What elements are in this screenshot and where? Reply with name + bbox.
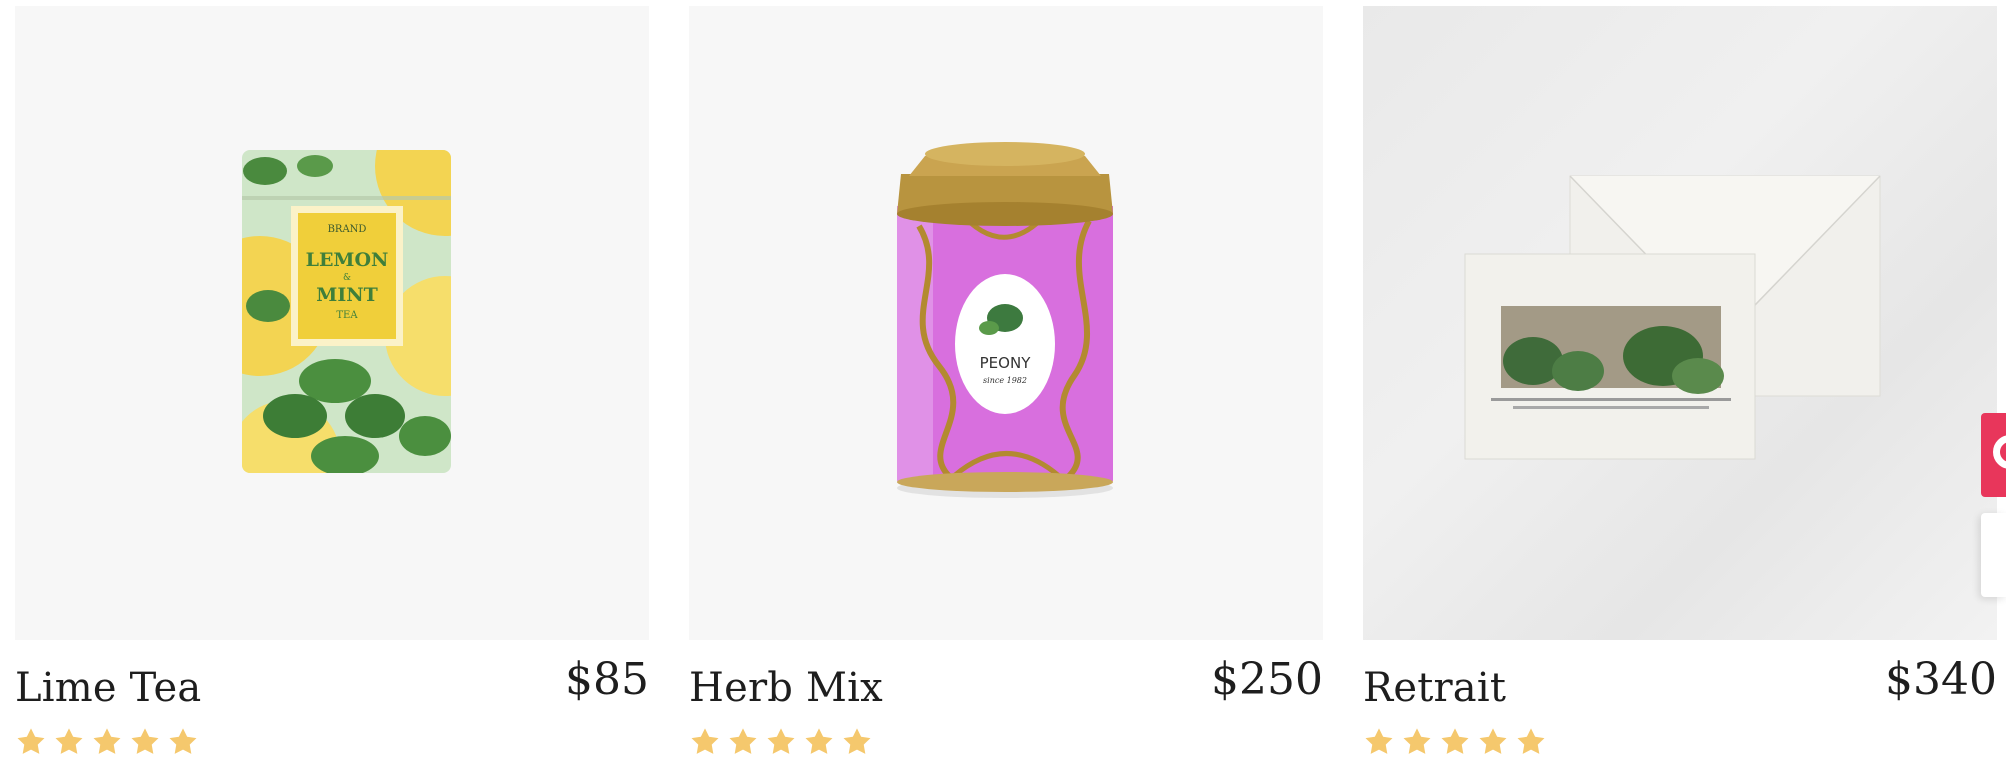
product-image[interactable] (1363, 6, 1997, 640)
envelope-card-illustration (1464, 175, 1881, 460)
product-price: $85 (565, 654, 649, 705)
product-image[interactable]: PEONY since 1982 (689, 6, 1323, 640)
star-icon (729, 728, 757, 754)
star-icon (17, 728, 45, 754)
product-name[interactable]: Retrait (1363, 668, 1506, 708)
tin-brand-text: PEONY (980, 354, 1032, 372)
star-icon (1441, 728, 1469, 754)
star-icon (131, 728, 159, 754)
star-icon (1517, 728, 1545, 754)
product-name[interactable]: Herb Mix (689, 668, 883, 708)
star-icon (1365, 728, 1393, 754)
star-rating (15, 726, 199, 758)
product-price: $340 (1885, 654, 1997, 705)
peony-tea-tin-illustration: PEONY since 1982 (897, 142, 1113, 498)
star-icon (55, 728, 83, 754)
tin-line2-text: MINT (316, 284, 377, 306)
tin-amp-text: & (343, 273, 351, 283)
star-icon (1403, 728, 1431, 754)
star-rating (689, 726, 873, 758)
side-panel-tab[interactable] (1981, 513, 2006, 597)
product-name[interactable]: Lime Tea (15, 668, 201, 708)
product-image[interactable]: BRAND LEMON & MINT TEA (15, 6, 649, 640)
tin-line3-text: TEA (336, 310, 358, 321)
product-card-lime-tea[interactable]: BRAND LEMON & MINT TEA Lime Tea $85 (15, 6, 649, 754)
star-icon (767, 728, 795, 754)
star-icon (1479, 728, 1507, 754)
star-icon (93, 728, 121, 754)
tin-line1-text: LEMON (306, 249, 389, 271)
product-card-retrait[interactable]: Retrait $340 (1363, 6, 1997, 754)
tin-brand-text: BRAND (328, 224, 367, 235)
product-price: $250 (1211, 654, 1323, 705)
chat-widget-icon (1993, 435, 2006, 469)
lemon-mint-tin-illustration: BRAND LEMON & MINT TEA (242, 150, 451, 473)
tin-tagline-text: since 1982 (983, 376, 1027, 385)
star-icon (843, 728, 871, 754)
product-card-herb-mix[interactable]: PEONY since 1982 Herb Mix $250 (689, 6, 1323, 754)
star-icon (169, 728, 197, 754)
chat-widget-button[interactable] (1981, 413, 2006, 497)
star-icon (805, 728, 833, 754)
star-icon (691, 728, 719, 754)
star-rating (1363, 726, 1547, 758)
